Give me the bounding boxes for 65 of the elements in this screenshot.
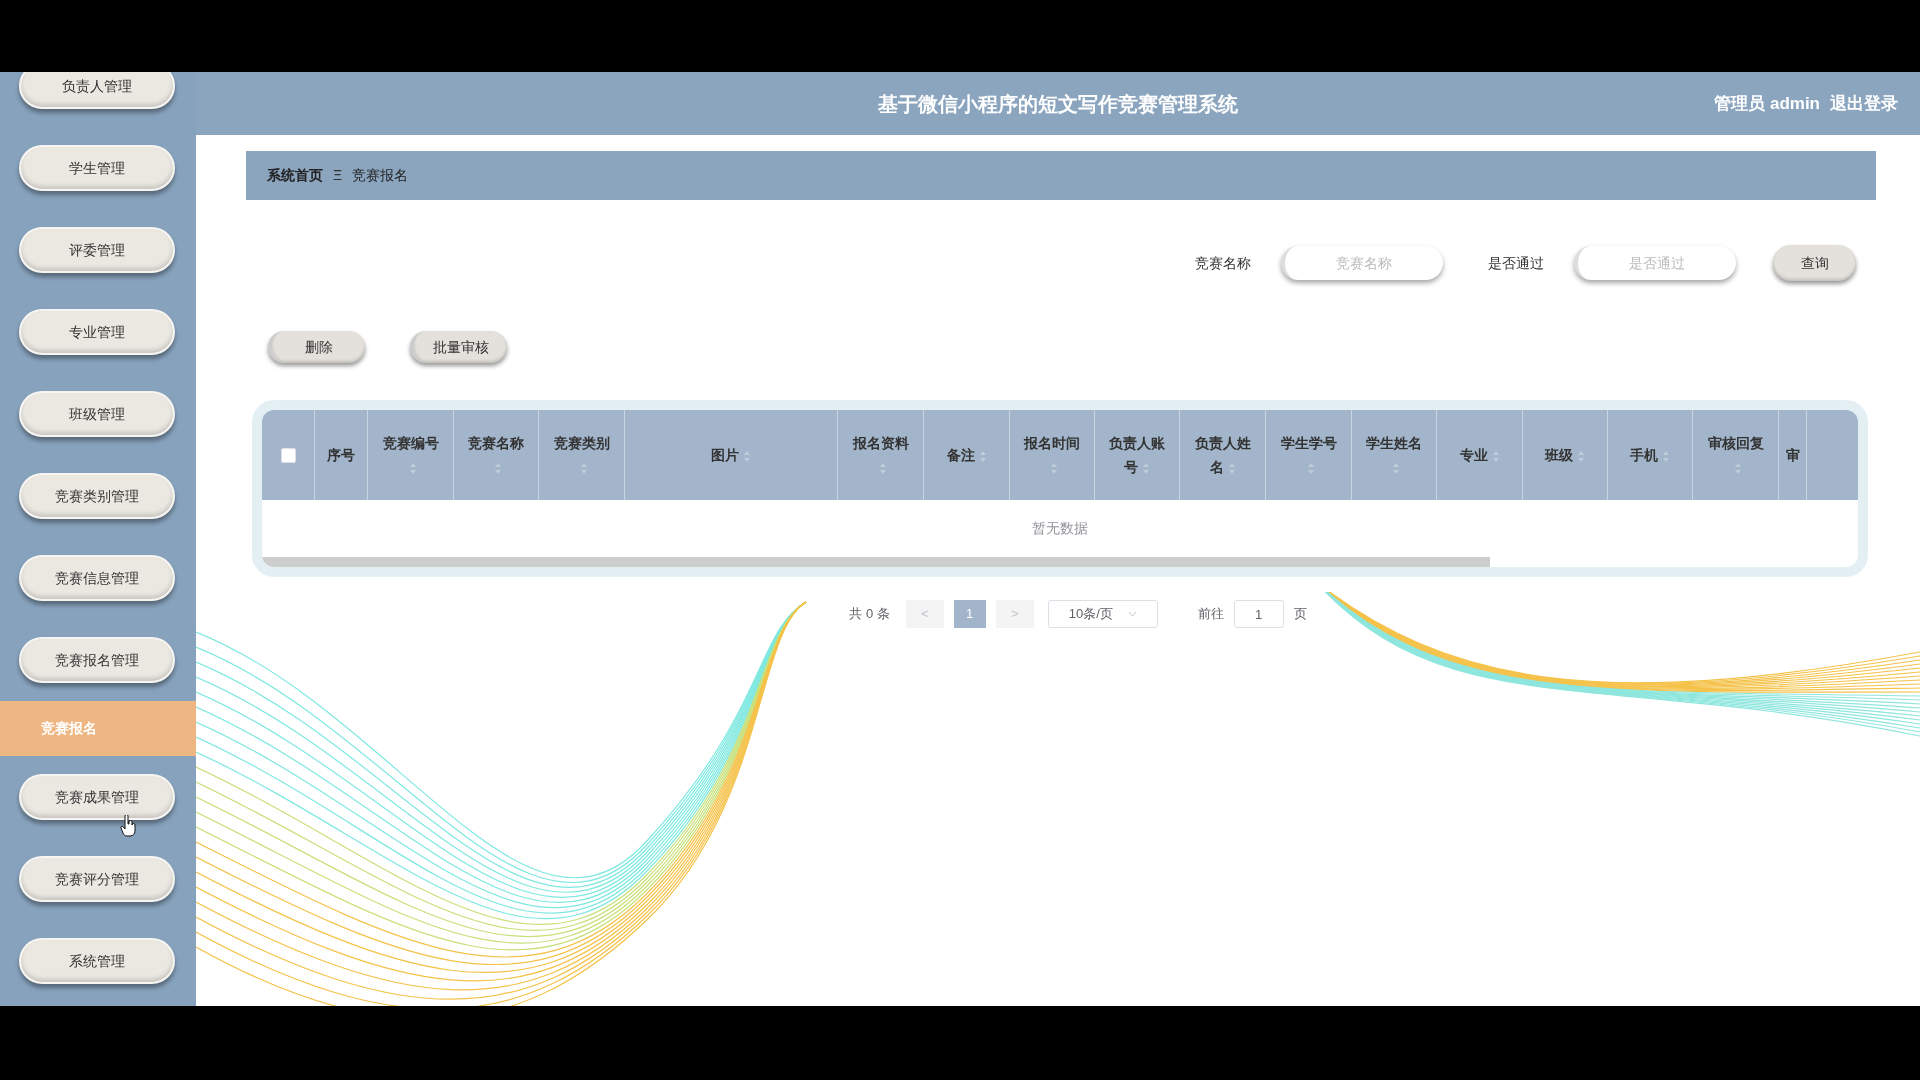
breadcrumb-current: 竞赛报名 [352,166,409,185]
sidebar-item[interactable]: 学生管理 [19,145,175,191]
column-header[interactable]: 报名资料 [847,431,914,479]
column-header[interactable]: 负责人账号 [1104,431,1170,479]
query-button[interactable]: 查询 [1773,245,1856,281]
column-header[interactable]: 手机 [1630,443,1670,467]
sidebar-item[interactable]: 班级管理 [19,391,175,437]
app-title: 基于微信小程序的短文写作竞赛管理系统 [878,91,1238,117]
column-header[interactable]: 专业 [1459,443,1500,467]
column-header[interactable]: 学生姓名 [1361,431,1427,479]
scrollbar[interactable] [262,557,1490,567]
select-all-checkbox[interactable] [280,447,296,463]
search-label: 竞赛名称 [1195,253,1251,273]
sort-icon[interactable] [1306,461,1315,475]
action-button[interactable]: 批量审核 [410,331,507,363]
goto-suffix: 页 [1293,605,1307,624]
sort-icon[interactable] [1142,461,1150,475]
hand-cursor-icon [120,815,136,837]
search-label: 是否通过 [1488,253,1544,273]
search-field[interactable]: 是否通过 [1574,246,1736,280]
sort-icon[interactable] [1662,449,1670,463]
sort-icon[interactable] [579,461,588,475]
column-header[interactable]: 报名时间 [1019,431,1085,479]
total-count: 共 0 条 [849,605,890,624]
column-header[interactable]: 学生学号 [1275,431,1342,479]
search-field[interactable]: 竞赛名称 [1281,246,1443,280]
sidebar-item[interactable]: 负责人管理 [19,72,175,109]
column-header[interactable]: 竞赛编号 [377,431,444,479]
sort-icon[interactable] [1733,461,1742,475]
column-header[interactable]: 竞赛名称 [463,431,529,479]
sort-icon[interactable] [1227,461,1236,475]
sort-icon[interactable] [1577,449,1585,463]
sidebar-item[interactable]: 评委管理 [19,227,175,273]
sort-icon[interactable] [1050,461,1058,475]
breadcrumb-separator: Ξ [333,166,343,185]
breadcrumb-home[interactable]: 系统首页 [267,165,323,186]
sort-icon[interactable] [1392,461,1400,475]
sort-icon[interactable] [1491,449,1500,463]
sidebar-item[interactable]: 竞赛评分管理 [19,856,175,902]
sort-icon[interactable] [494,461,502,475]
column-header[interactable]: 审核回复 [1702,431,1769,479]
sidebar-item[interactable]: 竞赛报名管理 [19,637,175,683]
sort-icon[interactable] [408,461,417,475]
column-header[interactable]: 图片 [711,443,751,467]
sort-icon[interactable] [878,461,887,475]
column-header[interactable]: 备注 [946,443,987,467]
goto-label: 前往 [1197,605,1224,624]
sidebar-item[interactable]: 竞赛信息管理 [19,555,175,601]
column-header[interactable]: 序号 [327,443,355,467]
user-label: 管理员 admin [1714,92,1820,115]
action-button[interactable]: 删除 [268,331,365,363]
column-header[interactable]: 负责人姓名 [1189,431,1256,479]
sidebar-item[interactable]: 系统管理 [19,938,175,984]
sort-icon[interactable] [743,449,751,463]
empty-text: 暂无数据 [1032,519,1088,538]
sidebar-item[interactable]: 竞赛类别管理 [19,473,175,519]
sort-icon[interactable] [978,449,987,463]
sidebar-item[interactable]: 专业管理 [19,309,175,355]
column-header[interactable]: 竞赛类别 [548,431,615,479]
goto-page-field[interactable]: 1 [1233,600,1284,628]
sidebar-item[interactable]: 竞赛成果管理 [19,774,175,820]
chevron-down-icon [1127,611,1137,617]
page-size-select[interactable]: 10条/页 [1047,600,1158,628]
column-header[interactable]: 班级 [1545,443,1585,467]
column-header[interactable]: 审 [1785,443,1800,467]
